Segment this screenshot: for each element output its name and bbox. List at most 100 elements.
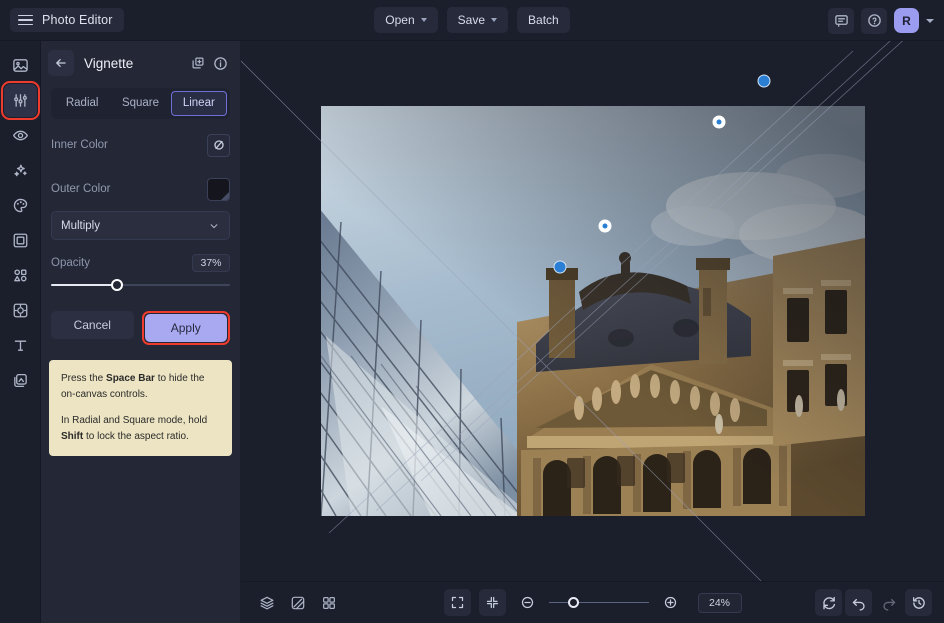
panel-body: Radial Square Linear Inner Color Outer C… (41, 88, 240, 345)
sidebar-item-shapes[interactable] (4, 259, 37, 292)
tip-line-1: Press the Space Bar to hide the on-canva… (61, 371, 220, 402)
batch-button[interactable]: Batch (517, 7, 570, 33)
sidebar-item-adjust[interactable] (4, 84, 37, 117)
layers-copy-icon (12, 372, 29, 389)
help-circle-icon (867, 13, 882, 28)
sidebar-item-overlays[interactable] (4, 294, 37, 327)
zoom-slider-knob[interactable] (568, 597, 579, 608)
overlay-icon (12, 302, 29, 319)
sidebar-item-color[interactable] (4, 189, 37, 222)
cancel-button[interactable]: Cancel (51, 311, 134, 339)
apply-button[interactable]: Apply (145, 314, 228, 342)
shapes-icon (12, 267, 29, 284)
zoom-out-button[interactable] (514, 589, 541, 616)
blend-mode-select[interactable]: Multiply (51, 211, 230, 240)
top-toolbar: Photo Editor Open Save Batch (0, 0, 944, 41)
open-button[interactable]: Open (374, 7, 437, 33)
opacity-slider[interactable] (51, 277, 230, 293)
save-label: Save (458, 13, 485, 27)
comment-icon (834, 13, 849, 28)
zoom-controls: 24% (241, 589, 944, 616)
inner-color-row: Inner Color (51, 127, 230, 163)
blend-mode-value: Multiply (61, 220, 208, 232)
outer-color-row: Outer Color (51, 171, 230, 207)
sparkles-icon (12, 162, 29, 179)
app-title: Photo Editor (42, 13, 113, 27)
tab-square[interactable]: Square (112, 91, 168, 116)
sidebar-item-image[interactable] (4, 49, 37, 82)
opacity-label: Opacity (51, 257, 192, 269)
info-button[interactable] (209, 52, 232, 75)
bottom-toolbar: 24% (241, 581, 944, 623)
text-icon (12, 337, 29, 354)
zoom-in-icon (663, 595, 678, 610)
outer-color-label: Outer Color (51, 183, 207, 195)
save-button[interactable]: Save (447, 7, 508, 33)
comment-button[interactable] (828, 8, 854, 34)
tip-1a: Press the (61, 373, 106, 384)
inner-color-label: Inner Color (51, 139, 207, 151)
open-label: Open (385, 13, 414, 27)
zoom-in-button[interactable] (657, 589, 684, 616)
zoom-out-icon (520, 595, 535, 610)
fit-screen-icon (450, 595, 465, 610)
back-button[interactable] (48, 50, 74, 76)
sidebar-item-text[interactable] (4, 329, 37, 362)
canvas-area[interactable] (241, 41, 944, 581)
frame-icon (12, 232, 29, 249)
help-button[interactable] (861, 8, 887, 34)
opacity-slider-fill (51, 284, 117, 286)
photo-image[interactable] (321, 106, 865, 516)
zoom-level-value[interactable]: 24% (698, 593, 742, 613)
vignette-handle-inner-top[interactable] (713, 116, 726, 129)
tab-radial[interactable]: Radial (54, 91, 110, 116)
info-icon (213, 56, 228, 71)
tooltip-hint: Press the Space Bar to hide the on-canva… (49, 360, 232, 456)
zoom-slider[interactable] (549, 596, 649, 610)
arrow-left-icon (54, 56, 68, 70)
outer-color-swatch[interactable] (207, 178, 230, 201)
chevron-down-icon (421, 18, 427, 22)
sidebar-item-retouch[interactable] (4, 119, 37, 152)
top-right-group: R (828, 0, 934, 41)
app-menu-button[interactable]: Photo Editor (10, 8, 124, 32)
duplicate-icon (191, 56, 205, 70)
inner-color-swatch[interactable] (207, 134, 230, 157)
vignette-handle-outer-bottom[interactable] (554, 261, 567, 274)
opacity-value[interactable]: 37% (192, 254, 230, 272)
tip-line-2: In Radial and Square mode, hold Shift to… (61, 413, 220, 444)
vignette-panel: Vignette Radial Square Linea (41, 41, 241, 623)
redo-icon (881, 595, 897, 611)
panel-header: Vignette (41, 41, 240, 85)
chevron-down-icon (208, 220, 220, 232)
opacity-slider-knob[interactable] (111, 279, 123, 291)
avatar[interactable]: R (894, 8, 919, 33)
panel-actions: Cancel Apply (51, 311, 230, 345)
tool-rail (0, 41, 41, 623)
sidebar-item-effects[interactable] (4, 154, 37, 187)
apply-button-highlight: Apply (142, 311, 231, 345)
louvre-photo (321, 106, 865, 516)
sidebar-item-layers[interactable] (4, 364, 37, 397)
collapse-icon (485, 595, 500, 610)
fit-screen-button[interactable] (444, 589, 471, 616)
vignette-handle-outer-top[interactable] (758, 75, 771, 88)
account-chevron-down-icon[interactable] (926, 19, 934, 23)
batch-label: Batch (528, 13, 559, 27)
tip-2c: to lock the aspect ratio. (83, 431, 189, 442)
photo-editor-app: Photo Editor Open Save Batch (0, 0, 944, 623)
page-title: Vignette (84, 56, 186, 71)
tip-2b: Shift (61, 431, 83, 442)
file-actions-group: Open Save Batch (357, 7, 587, 33)
tab-linear[interactable]: Linear (171, 91, 227, 116)
collapse-button[interactable] (479, 589, 506, 616)
zoom-slider-track (549, 602, 649, 604)
none-color-icon (212, 138, 226, 152)
chevron-down-icon (491, 18, 497, 22)
duplicate-button[interactable] (186, 52, 209, 75)
tip-1b: Space Bar (106, 373, 155, 384)
sliders-icon (12, 92, 29, 109)
vignette-handle-inner-mid[interactable] (599, 220, 612, 233)
sidebar-item-frames[interactable] (4, 224, 37, 257)
vignette-mode-tabs: Radial Square Linear (51, 88, 230, 119)
